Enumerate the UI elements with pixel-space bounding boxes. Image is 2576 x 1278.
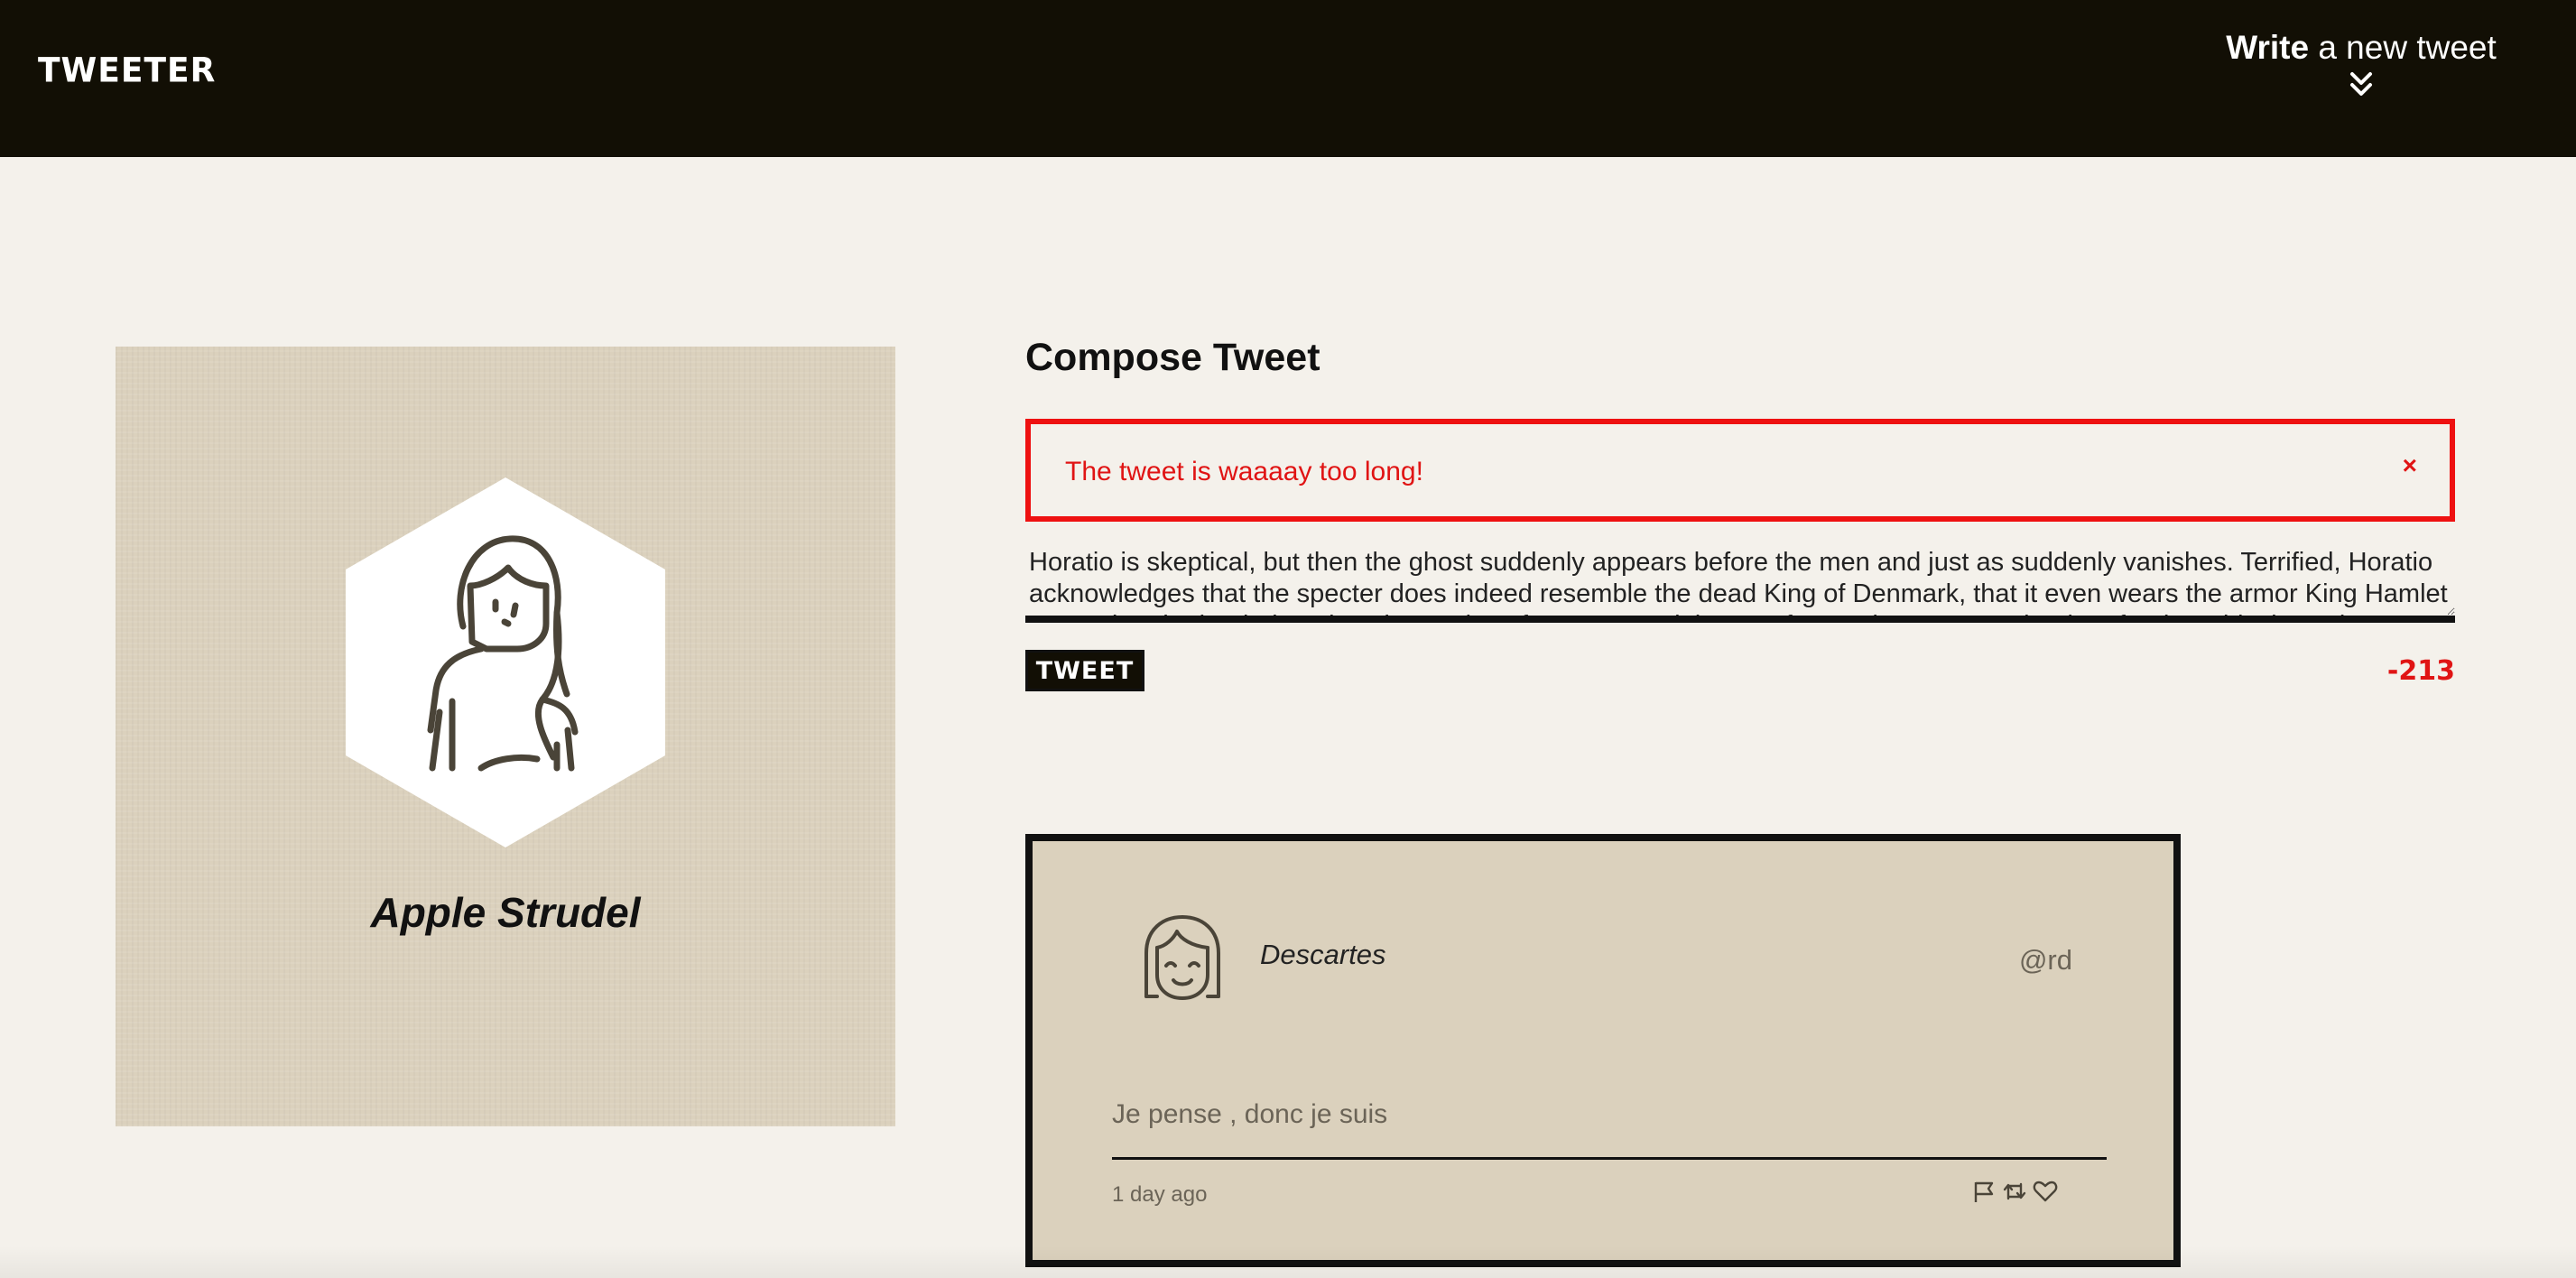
tweet-button[interactable]: TWEET [1025, 650, 1144, 691]
tweet-actions [1971, 1179, 2058, 1204]
tweet-input[interactable]: Horatio is skeptical, but then the ghost… [1025, 545, 2455, 623]
girl-smiling-avatar-icon [1144, 915, 1220, 1000]
tweet-timestamp: 1 day ago [1112, 1182, 1208, 1207]
compose-title: Compose Tweet [1025, 336, 1320, 379]
double-chevron-down-icon [2350, 72, 2372, 96]
close-icon[interactable]: × [2403, 451, 2417, 480]
retweet-icon[interactable] [2002, 1179, 2027, 1204]
tweet-divider [1112, 1157, 2107, 1160]
brand-logo[interactable]: TWEETER [38, 51, 216, 90]
tweet-card: Descartes @rd Je pense , donc je suis 1 … [1025, 834, 2181, 1267]
error-alert: The tweet is waaaay too long! × [1025, 419, 2455, 522]
top-navbar: TWEETER Write a new tweet [0, 0, 2576, 157]
tweet-author-handle[interactable]: @rd [2019, 944, 2072, 977]
write-new-tweet-toggle[interactable]: Write a new tweet [2190, 29, 2533, 99]
tweet-author-name[interactable]: Descartes [1260, 939, 1386, 971]
tweet-text: Je pense , donc je suis [1112, 1099, 1388, 1129]
profile-name: Apple Strudel [370, 889, 641, 936]
heart-icon[interactable] [2033, 1179, 2058, 1204]
write-label-rest: a new tweet [2309, 29, 2497, 66]
error-message: The tweet is waaaay too long! [1065, 457, 1423, 486]
character-counter: -213 [2386, 655, 2455, 687]
flag-icon[interactable] [1971, 1179, 1997, 1204]
write-new-tweet-label: Write a new tweet [2190, 29, 2533, 67]
woman-avatar-icon [346, 477, 665, 847]
write-label-bold: Write [2226, 29, 2310, 66]
profile-card: Apple Strudel [116, 347, 895, 1126]
